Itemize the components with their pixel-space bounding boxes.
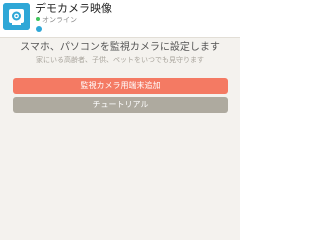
- setup-subtitle: 家にいる高齢者、子供、ペットをいつでも見守ります: [36, 56, 204, 64]
- camera-status-label: オンライン: [42, 16, 77, 24]
- tutorial-button[interactable]: チュートリアル: [13, 97, 228, 113]
- camera-icon: [3, 3, 30, 30]
- online-dot-icon: [36, 17, 40, 21]
- setup-title: スマホ、パソコンを監視カメラに設定します: [20, 42, 220, 53]
- setup-panel: スマホ、パソコンを監視カメラに設定します 家にいる高齢者、子供、ペットをいつでも…: [0, 38, 240, 240]
- app-root: デモカメラ映像 オンライン スマホ、パソコンを監視カメラに設定します 家にいる高…: [0, 0, 240, 240]
- camera-name: デモカメラ映像: [35, 2, 112, 15]
- camera-status: オンライン: [36, 16, 77, 24]
- camera-list-item[interactable]: デモカメラ映像 オンライン: [0, 0, 240, 38]
- add-camera-device-button[interactable]: 監視カメラ用端末追加: [13, 78, 228, 94]
- share-badge-icon: [36, 26, 42, 32]
